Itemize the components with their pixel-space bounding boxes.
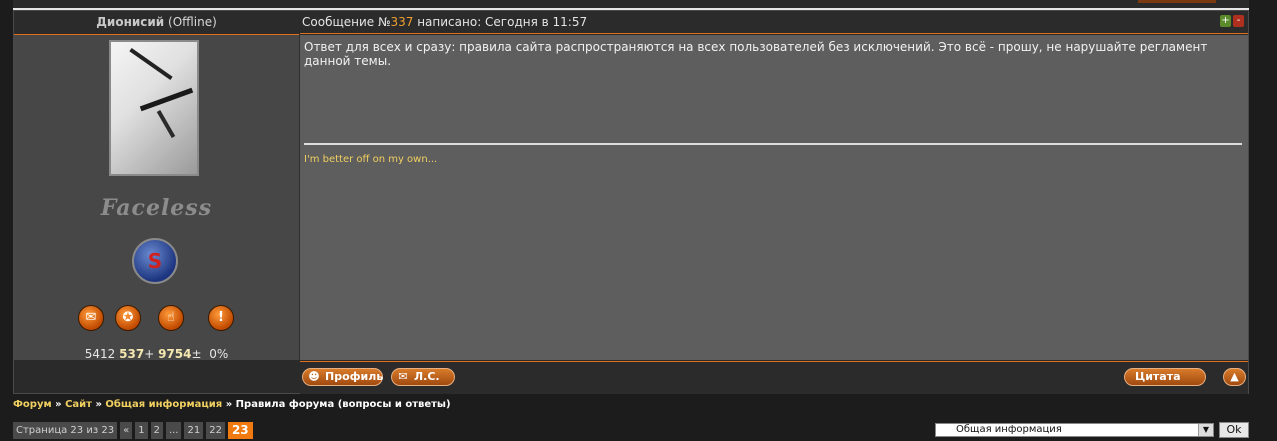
author-status: (Offline)	[168, 15, 217, 29]
breadcrumb-sep: »	[91, 399, 106, 410]
forum-jump-select[interactable]: Общая информация ▼	[935, 423, 1214, 437]
author-header: Дионисий (Offline)	[14, 11, 299, 35]
quote-button-label: Цитата	[1135, 370, 1181, 383]
avatar	[109, 40, 199, 176]
pagination-label: Страница 23 из 23	[13, 422, 118, 439]
breadcrumb-site[interactable]: Сайт	[65, 399, 92, 410]
author-name[interactable]: Дионисий	[96, 15, 164, 29]
profile-button-label: Профиль	[325, 370, 384, 383]
arrow-up-icon: ▲	[1230, 370, 1239, 383]
thumb-down-icon[interactable]: -	[1233, 15, 1244, 27]
author-stats: 5412 537+ 9754± 0%	[14, 347, 299, 361]
envelope-icon: ✉	[398, 370, 408, 383]
breadcrumb-sep: »	[51, 399, 66, 410]
post-number[interactable]: 337	[390, 15, 413, 29]
author-sidebar: Faceless S ✉ ✪ ☝ ! 5412 537+ 9754± 0%	[14, 35, 300, 361]
post-header: Сообщение №337 написано: Сегодня в 11:57…	[300, 11, 1248, 34]
reputation-icon[interactable]: ☝	[158, 305, 184, 331]
top-bar-accent	[1138, 0, 1216, 3]
breadcrumb-current: Правила форума (вопросы и ответы)	[235, 399, 451, 410]
forum-jump-value: Общая информация	[956, 424, 1062, 435]
superman-badge-icon: S	[132, 238, 178, 284]
awards-sign[interactable]: ±	[191, 347, 201, 361]
pagination-page[interactable]: 22	[206, 422, 225, 439]
warning-icon[interactable]: !	[208, 305, 234, 331]
post-header-prefix: Сообщение №	[302, 15, 391, 29]
post-header-date: написано: Сегодня в 11:57	[413, 15, 588, 29]
pagination-prev[interactable]: «	[120, 422, 133, 439]
pagination-ellipsis: ...	[165, 422, 182, 439]
award-icon[interactable]: ✪	[115, 305, 141, 331]
post-body: Ответ для всех и сразу: правила сайта ра…	[300, 35, 1248, 360]
breadcrumb: Форум » Сайт » Общая информация » Правил…	[13, 399, 451, 410]
pagination-page[interactable]: 1	[135, 422, 148, 439]
forum-post: Дионисий (Offline) Сообщение №337 написа…	[13, 10, 1249, 394]
reputation-value[interactable]: 537	[119, 347, 144, 361]
reputation-sign[interactable]: +	[144, 347, 154, 361]
pagination-current: 23	[227, 422, 253, 439]
post-footer: ☻ Профиль ✉ Л.С. Цитата ▲	[300, 361, 1248, 394]
scroll-top-button[interactable]: ▲	[1223, 368, 1246, 386]
pagination: Страница 23 из 23 « 1 2 ... 21 22 23	[13, 422, 253, 439]
pm-button[interactable]: ✉ Л.С.	[391, 368, 455, 386]
quote-button[interactable]: Цитата	[1124, 368, 1206, 386]
breadcrumb-sep: »	[222, 399, 236, 410]
awards-value[interactable]: 9754	[158, 347, 191, 361]
pagination-page[interactable]: 2	[150, 422, 163, 439]
post-count[interactable]: 5412	[85, 347, 116, 361]
warning-percent[interactable]: 0%	[209, 347, 228, 361]
signature-divider	[304, 143, 1242, 145]
thumb-up-icon[interactable]: +	[1220, 15, 1231, 27]
chat-icon[interactable]: ✉	[78, 305, 104, 331]
top-bar	[13, 0, 1249, 10]
breadcrumb-forum[interactable]: Форум	[13, 399, 52, 410]
forum-jump-ok-button[interactable]: Ok	[1219, 422, 1249, 438]
rank-title: Faceless	[100, 195, 213, 221]
pagination-page[interactable]: 21	[184, 422, 204, 439]
user-icon: ☻	[308, 370, 320, 383]
chevron-down-icon[interactable]: ▼	[1198, 424, 1213, 436]
post-rating: + -	[1220, 15, 1244, 27]
profile-button[interactable]: ☻ Профиль	[302, 368, 383, 386]
pm-button-label: Л.С.	[414, 370, 440, 383]
breadcrumb-section[interactable]: Общая информация	[105, 399, 222, 410]
post-message: Ответ для всех и сразу: правила сайта ра…	[304, 40, 1208, 68]
signature: I'm better off on my own...	[304, 154, 438, 165]
user-icons: ✉ ✪ ☝ !	[78, 305, 238, 333]
